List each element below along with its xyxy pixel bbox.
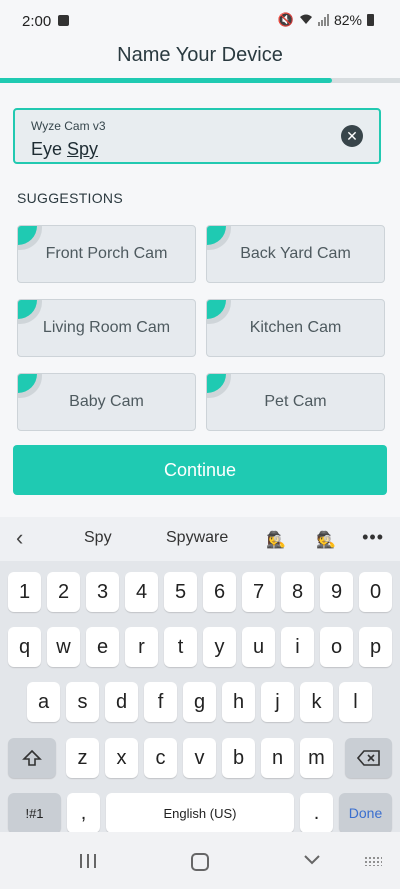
suggestion-chip[interactable]: Baby Cam bbox=[17, 373, 196, 431]
key-w[interactable]: w bbox=[47, 627, 80, 667]
key-area: 1 2 3 4 5 6 7 8 9 0 q w e r t y u i o p a s d f g h j k l z x c v b n m !#1,… bbox=[0, 561, 400, 861]
suggestion-label: Back Yard Cam bbox=[240, 245, 351, 262]
key-q[interactable]: q bbox=[8, 627, 41, 667]
clear-button[interactable]: ✕ bbox=[341, 125, 363, 147]
suggestion-chip[interactable]: Living Room Cam bbox=[17, 299, 196, 357]
prediction-bar: ‹ Spy Spyware 🕵‍♀ 🕵 ••• bbox=[0, 517, 400, 561]
device-name-value-word: Spy bbox=[67, 139, 99, 159]
home-icon[interactable] bbox=[191, 853, 209, 871]
period-key[interactable]: . bbox=[300, 793, 333, 833]
suggestion-chip[interactable]: Back Yard Cam bbox=[206, 225, 385, 283]
battery-icon bbox=[367, 14, 374, 26]
key-1[interactable]: 1 bbox=[8, 572, 41, 612]
key-l[interactable]: l bbox=[339, 682, 372, 722]
device-name-value[interactable]: Eye Spy bbox=[31, 139, 98, 160]
backspace-key[interactable] bbox=[345, 738, 392, 778]
suggestion-label: Living Room Cam bbox=[42, 319, 171, 336]
continue-button[interactable]: Continue bbox=[13, 445, 387, 495]
key-7[interactable]: 7 bbox=[242, 572, 275, 612]
prediction-item[interactable]: Spyware bbox=[166, 529, 228, 547]
key-n[interactable]: n bbox=[261, 738, 294, 778]
key-c[interactable]: c bbox=[144, 738, 177, 778]
battery-percent: 82% bbox=[333, 12, 362, 28]
status-bar: 2:00 🔇 82% bbox=[0, 0, 400, 44]
recents-icon[interactable] bbox=[80, 854, 96, 868]
device-name-input[interactable]: Wyze Cam v3 Eye Spy ✕ bbox=[13, 108, 381, 164]
key-v[interactable]: v bbox=[183, 738, 216, 778]
gallery-icon bbox=[58, 15, 69, 26]
device-name-label: Wyze Cam v3 bbox=[31, 119, 106, 133]
key-i[interactable]: i bbox=[281, 627, 314, 667]
key-k[interactable]: k bbox=[300, 682, 333, 722]
key-2[interactable]: 2 bbox=[47, 572, 80, 612]
chevron-left-icon[interactable]: ‹ bbox=[16, 525, 23, 551]
device-name-value-prefix: Eye bbox=[31, 139, 68, 159]
key-g[interactable]: g bbox=[183, 682, 216, 722]
suggestion-label: Pet Cam bbox=[264, 393, 327, 410]
status-time: 2:00 bbox=[22, 13, 52, 30]
key-f[interactable]: f bbox=[144, 682, 177, 722]
key-4[interactable]: 4 bbox=[125, 572, 158, 612]
prediction-item[interactable]: Spy bbox=[84, 529, 112, 547]
key-z[interactable]: z bbox=[66, 738, 99, 778]
key-0[interactable]: 0 bbox=[359, 572, 392, 612]
suggestion-label: Kitchen Cam bbox=[249, 319, 342, 336]
comma-key[interactable]: , bbox=[67, 793, 100, 833]
chevron-down-icon[interactable] bbox=[303, 850, 321, 871]
key-o[interactable]: o bbox=[320, 627, 353, 667]
key-p[interactable]: p bbox=[359, 627, 392, 667]
key-b[interactable]: b bbox=[222, 738, 255, 778]
key-r[interactable]: r bbox=[125, 627, 158, 667]
page-title: Name Your Device bbox=[117, 44, 283, 66]
navigation-bar bbox=[0, 832, 400, 889]
shift-key[interactable] bbox=[8, 738, 56, 778]
key-m[interactable]: m bbox=[300, 738, 333, 778]
symbols-key[interactable]: !#1 bbox=[8, 793, 61, 833]
key-u[interactable]: u bbox=[242, 627, 275, 667]
suggestion-chip[interactable]: Front Porch Cam bbox=[17, 225, 196, 283]
wifi-icon bbox=[299, 13, 313, 28]
key-9[interactable]: 9 bbox=[320, 572, 353, 612]
key-y[interactable]: y bbox=[203, 627, 236, 667]
key-j[interactable]: j bbox=[261, 682, 294, 722]
key-s[interactable]: s bbox=[66, 682, 99, 722]
suggestion-label: Front Porch Cam bbox=[45, 245, 168, 262]
done-key[interactable]: Done bbox=[339, 793, 392, 833]
key-3[interactable]: 3 bbox=[86, 572, 119, 612]
signal-icon bbox=[317, 14, 329, 26]
mute-icon: 🔇 bbox=[277, 12, 294, 27]
keyboard-icon[interactable] bbox=[364, 856, 382, 866]
emoji-prediction[interactable]: 🕵 bbox=[316, 530, 336, 550]
key-8[interactable]: 8 bbox=[281, 572, 314, 612]
suggestion-chip[interactable]: Pet Cam bbox=[206, 373, 385, 431]
key-5[interactable]: 5 bbox=[164, 572, 197, 612]
key-x[interactable]: x bbox=[105, 738, 138, 778]
key-h[interactable]: h bbox=[222, 682, 255, 722]
key-6[interactable]: 6 bbox=[203, 572, 236, 612]
emoji-prediction[interactable]: 🕵‍♀ bbox=[266, 530, 286, 550]
more-icon[interactable]: ••• bbox=[362, 527, 384, 548]
shift-icon bbox=[22, 749, 42, 766]
suggestion-chip[interactable]: Kitchen Cam bbox=[206, 299, 385, 357]
key-e[interactable]: e bbox=[86, 627, 119, 667]
progress-bar bbox=[0, 78, 332, 83]
key-t[interactable]: t bbox=[164, 627, 197, 667]
key-d[interactable]: d bbox=[105, 682, 138, 722]
key-a[interactable]: a bbox=[27, 682, 60, 722]
suggestions-heading: SUGGESTIONS bbox=[17, 190, 123, 206]
backspace-icon bbox=[356, 750, 380, 766]
close-icon: ✕ bbox=[346, 128, 358, 144]
space-key[interactable]: English (US) bbox=[106, 793, 294, 833]
suggestion-label: Baby Cam bbox=[69, 393, 144, 410]
